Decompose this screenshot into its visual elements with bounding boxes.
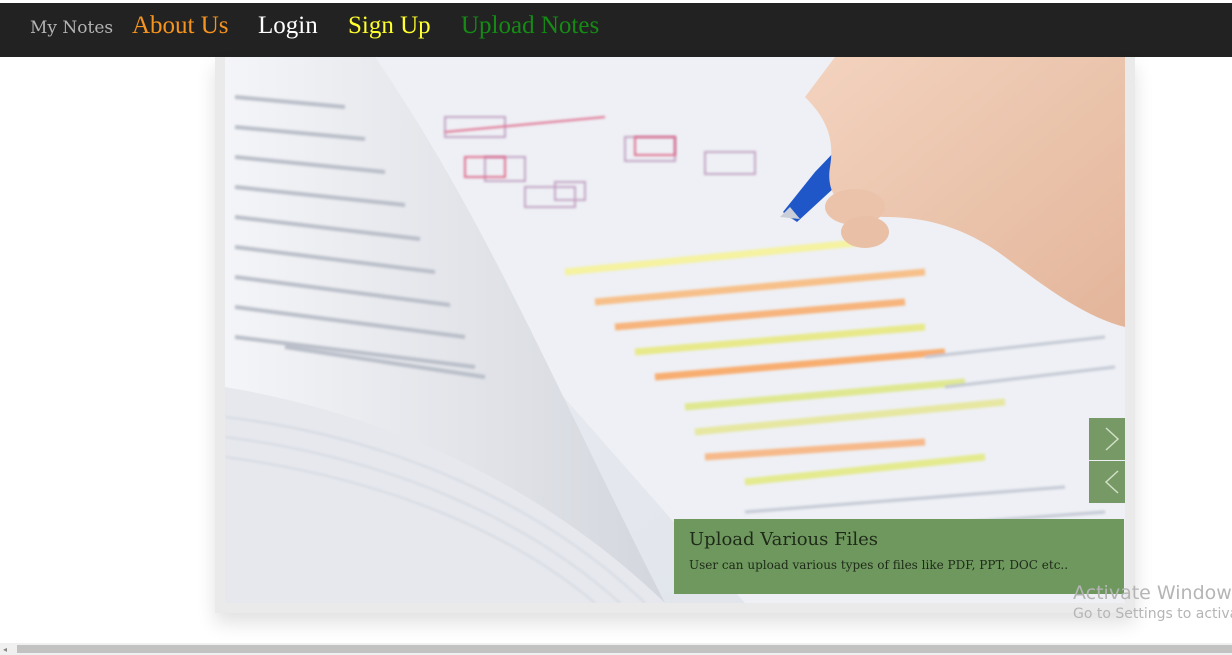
watermark-subtitle: Go to Settings to activat bbox=[1073, 606, 1232, 622]
caption-text: User can upload various types of files l… bbox=[689, 558, 1069, 572]
slider-next-button[interactable] bbox=[1089, 418, 1125, 460]
nav-sign-up-link[interactable]: Sign Up bbox=[348, 12, 431, 40]
image-slider: Upload Various Files User can upload var… bbox=[215, 57, 1135, 613]
scrollbar-thumb[interactable] bbox=[17, 645, 1232, 653]
caption-title: Upload Various Files bbox=[689, 529, 878, 550]
slide-caption: Upload Various Files User can upload var… bbox=[674, 519, 1124, 594]
scroll-left-icon[interactable]: ◂ bbox=[3, 645, 13, 654]
nav-about-us-link[interactable]: About Us bbox=[132, 12, 229, 40]
top-navbar: My Notes About Us Login Sign Up Upload N… bbox=[0, 3, 1232, 57]
horizontal-scrollbar[interactable]: ◂ bbox=[0, 643, 1232, 655]
chevron-left-icon bbox=[1104, 470, 1119, 494]
slide-image: Upload Various Files User can upload var… bbox=[225, 57, 1125, 603]
nav-login-link[interactable]: Login bbox=[258, 12, 318, 40]
activate-windows-watermark: Activate Windows Go to Settings to activ… bbox=[1073, 582, 1232, 622]
watermark-title: Activate Windows bbox=[1073, 582, 1232, 604]
chevron-right-icon bbox=[1105, 427, 1120, 451]
slider-prev-button[interactable] bbox=[1089, 461, 1125, 503]
nav-upload-notes-link[interactable]: Upload Notes bbox=[461, 12, 599, 40]
brand-link[interactable]: My Notes bbox=[30, 18, 113, 38]
